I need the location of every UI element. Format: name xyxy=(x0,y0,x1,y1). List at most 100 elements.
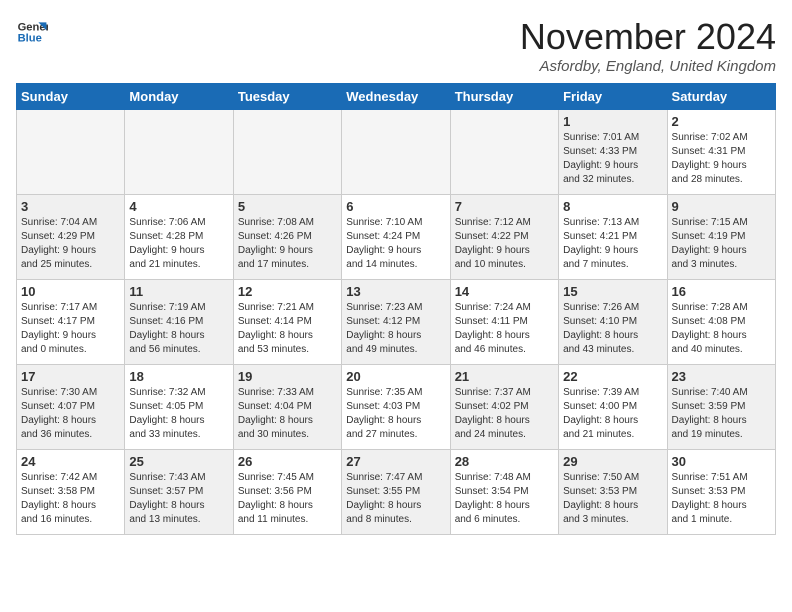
calendar-cell: 4 Sunrise: 7:06 AM Sunset: 4:28 PM Daylig… xyxy=(125,195,233,280)
day-info: Sunrise: 7:33 AM Sunset: 4:04 PM Dayligh… xyxy=(238,386,337,442)
day-number: 25 xyxy=(129,454,228,469)
day-number: 28 xyxy=(455,454,554,469)
calendar-cell: 3Sunrise: 7:04 AM Sunset: 4:29 PM Daylig… xyxy=(17,195,125,280)
day-info: Sunrise: 7:39 AM Sunset: 4:00 PM Dayligh… xyxy=(563,386,662,442)
day-info: Sunrise: 7:50 AM Sunset: 3:53 PM Dayligh… xyxy=(563,471,662,527)
logo-icon: General Blue xyxy=(16,16,48,48)
day-number: 8 xyxy=(563,199,662,214)
day-info: Sunrise: 7:37 AM Sunset: 4:02 PM Dayligh… xyxy=(455,386,554,442)
day-number: 29 xyxy=(563,454,662,469)
day-info: Sunrise: 7:19 AM Sunset: 4:16 PM Dayligh… xyxy=(129,301,228,357)
day-number: 17 xyxy=(21,369,120,384)
day-info: Sunrise: 7:13 AM Sunset: 4:21 PM Dayligh… xyxy=(563,216,662,272)
calendar-week-1: 3Sunrise: 7:04 AM Sunset: 4:29 PM Daylig… xyxy=(17,195,776,280)
calendar-cell: 16 Sunrise: 7:28 AM Sunset: 4:08 PM Dayli… xyxy=(667,280,775,365)
day-number: 19 xyxy=(238,369,337,384)
day-info: Sunrise: 7:24 AM Sunset: 4:11 PM Dayligh… xyxy=(455,301,554,357)
day-info: Sunrise: 7:15 AM Sunset: 4:19 PM Dayligh… xyxy=(672,216,771,272)
day-info: Sunrise: 7:02 AM Sunset: 4:31 PM Dayligh… xyxy=(672,131,771,187)
day-number: 21 xyxy=(455,369,554,384)
day-info: Sunrise: 7:01 AM Sunset: 4:33 PM Dayligh… xyxy=(563,131,662,187)
day-number: 4 xyxy=(129,199,228,214)
calendar-cell: 26Sunrise: 7:45 AM Sunset: 3:56 PM Dayli… xyxy=(233,450,341,535)
calendar-cell: 9 Sunrise: 7:15 AM Sunset: 4:19 PM Daylig… xyxy=(667,195,775,280)
day-info: Sunrise: 7:04 AM Sunset: 4:29 PM Dayligh… xyxy=(21,216,120,272)
calendar-cell: 5 Sunrise: 7:08 AM Sunset: 4:26 PM Daylig… xyxy=(233,195,341,280)
svg-text:Blue: Blue xyxy=(18,33,42,45)
title-area: November 2024 Asfordby, England, United … xyxy=(520,16,776,75)
day-info: Sunrise: 7:17 AM Sunset: 4:17 PM Dayligh… xyxy=(21,301,120,357)
calendar-week-2: 10 Sunrise: 7:17 AM Sunset: 4:17 PM Dayli… xyxy=(17,280,776,365)
day-info: Sunrise: 7:10 AM Sunset: 4:24 PM Dayligh… xyxy=(346,216,445,272)
calendar-cell: 2 Sunrise: 7:02 AM Sunset: 4:31 PM Daylig… xyxy=(667,110,775,195)
calendar-body: 1 Sunrise: 7:01 AM Sunset: 4:33 PM Daylig… xyxy=(17,110,776,535)
weekday-header-tuesday: Tuesday xyxy=(233,84,341,110)
day-info: Sunrise: 7:51 AM Sunset: 3:53 PM Dayligh… xyxy=(672,471,771,527)
day-info: Sunrise: 7:47 AM Sunset: 3:55 PM Dayligh… xyxy=(346,471,445,527)
weekday-header-friday: Friday xyxy=(559,84,667,110)
day-number: 2 xyxy=(672,114,771,129)
day-number: 7 xyxy=(455,199,554,214)
month-title: November 2024 xyxy=(520,16,776,58)
day-number: 1 xyxy=(563,114,662,129)
calendar-cell: 17 Sunrise: 7:30 AM Sunset: 4:07 PM Dayli… xyxy=(17,365,125,450)
day-info: Sunrise: 7:08 AM Sunset: 4:26 PM Dayligh… xyxy=(238,216,337,272)
calendar-cell: 20Sunrise: 7:35 AM Sunset: 4:03 PM Dayli… xyxy=(342,365,450,450)
calendar-cell xyxy=(233,110,341,195)
calendar-cell: 28 Sunrise: 7:48 AM Sunset: 3:54 PM Dayli… xyxy=(450,450,558,535)
calendar-cell: 7 Sunrise: 7:12 AM Sunset: 4:22 PM Daylig… xyxy=(450,195,558,280)
day-number: 10 xyxy=(21,284,120,299)
calendar-table: SundayMondayTuesdayWednesdayThursdayFrid… xyxy=(16,83,776,535)
weekday-header-saturday: Saturday xyxy=(667,84,775,110)
day-number: 16 xyxy=(672,284,771,299)
calendar-cell xyxy=(450,110,558,195)
calendar-cell: 14 Sunrise: 7:24 AM Sunset: 4:11 PM Dayli… xyxy=(450,280,558,365)
calendar-cell: 8 Sunrise: 7:13 AM Sunset: 4:21 PM Daylig… xyxy=(559,195,667,280)
calendar-cell: 12 Sunrise: 7:21 AM Sunset: 4:14 PM Dayli… xyxy=(233,280,341,365)
day-number: 6 xyxy=(346,199,445,214)
calendar-cell xyxy=(17,110,125,195)
calendar-header: SundayMondayTuesdayWednesdayThursdayFrid… xyxy=(17,84,776,110)
weekday-header-wednesday: Wednesday xyxy=(342,84,450,110)
calendar-week-4: 24Sunrise: 7:42 AM Sunset: 3:58 PM Dayli… xyxy=(17,450,776,535)
calendar-cell: 1 Sunrise: 7:01 AM Sunset: 4:33 PM Daylig… xyxy=(559,110,667,195)
calendar-cell: 11Sunrise: 7:19 AM Sunset: 4:16 PM Dayli… xyxy=(125,280,233,365)
day-number: 20 xyxy=(346,369,445,384)
calendar-cell: 27 Sunrise: 7:47 AM Sunset: 3:55 PM Dayli… xyxy=(342,450,450,535)
day-number: 22 xyxy=(563,369,662,384)
weekday-header-monday: Monday xyxy=(125,84,233,110)
day-info: Sunrise: 7:12 AM Sunset: 4:22 PM Dayligh… xyxy=(455,216,554,272)
location: Asfordby, England, United Kingdom xyxy=(520,58,776,75)
calendar-cell: 25 Sunrise: 7:43 AM Sunset: 3:57 PM Dayli… xyxy=(125,450,233,535)
day-number: 24 xyxy=(21,454,120,469)
calendar-cell: 24Sunrise: 7:42 AM Sunset: 3:58 PM Dayli… xyxy=(17,450,125,535)
day-number: 12 xyxy=(238,284,337,299)
calendar-cell: 29 Sunrise: 7:50 AM Sunset: 3:53 PM Dayli… xyxy=(559,450,667,535)
weekday-header-sunday: Sunday xyxy=(17,84,125,110)
day-info: Sunrise: 7:40 AM Sunset: 3:59 PM Dayligh… xyxy=(672,386,771,442)
weekday-header-row: SundayMondayTuesdayWednesdayThursdayFrid… xyxy=(17,84,776,110)
page-header: General Blue November 2024 Asfordby, Eng… xyxy=(16,16,776,75)
logo: General Blue xyxy=(16,16,48,48)
day-number: 27 xyxy=(346,454,445,469)
calendar-week-3: 17 Sunrise: 7:30 AM Sunset: 4:07 PM Dayli… xyxy=(17,365,776,450)
day-info: Sunrise: 7:32 AM Sunset: 4:05 PM Dayligh… xyxy=(129,386,228,442)
day-info: Sunrise: 7:21 AM Sunset: 4:14 PM Dayligh… xyxy=(238,301,337,357)
day-number: 14 xyxy=(455,284,554,299)
day-info: Sunrise: 7:30 AM Sunset: 4:07 PM Dayligh… xyxy=(21,386,120,442)
day-number: 30 xyxy=(672,454,771,469)
calendar-cell: 10 Sunrise: 7:17 AM Sunset: 4:17 PM Dayli… xyxy=(17,280,125,365)
day-info: Sunrise: 7:28 AM Sunset: 4:08 PM Dayligh… xyxy=(672,301,771,357)
day-number: 15 xyxy=(563,284,662,299)
day-number: 18 xyxy=(129,369,228,384)
calendar-week-0: 1 Sunrise: 7:01 AM Sunset: 4:33 PM Daylig… xyxy=(17,110,776,195)
calendar-cell: 18 Sunrise: 7:32 AM Sunset: 4:05 PM Dayli… xyxy=(125,365,233,450)
day-info: Sunrise: 7:06 AM Sunset: 4:28 PM Dayligh… xyxy=(129,216,228,272)
day-info: Sunrise: 7:48 AM Sunset: 3:54 PM Dayligh… xyxy=(455,471,554,527)
day-info: Sunrise: 7:43 AM Sunset: 3:57 PM Dayligh… xyxy=(129,471,228,527)
day-number: 9 xyxy=(672,199,771,214)
calendar-cell: 19 Sunrise: 7:33 AM Sunset: 4:04 PM Dayli… xyxy=(233,365,341,450)
calendar-cell: 22 Sunrise: 7:39 AM Sunset: 4:00 PM Dayli… xyxy=(559,365,667,450)
day-number: 5 xyxy=(238,199,337,214)
weekday-header-thursday: Thursday xyxy=(450,84,558,110)
